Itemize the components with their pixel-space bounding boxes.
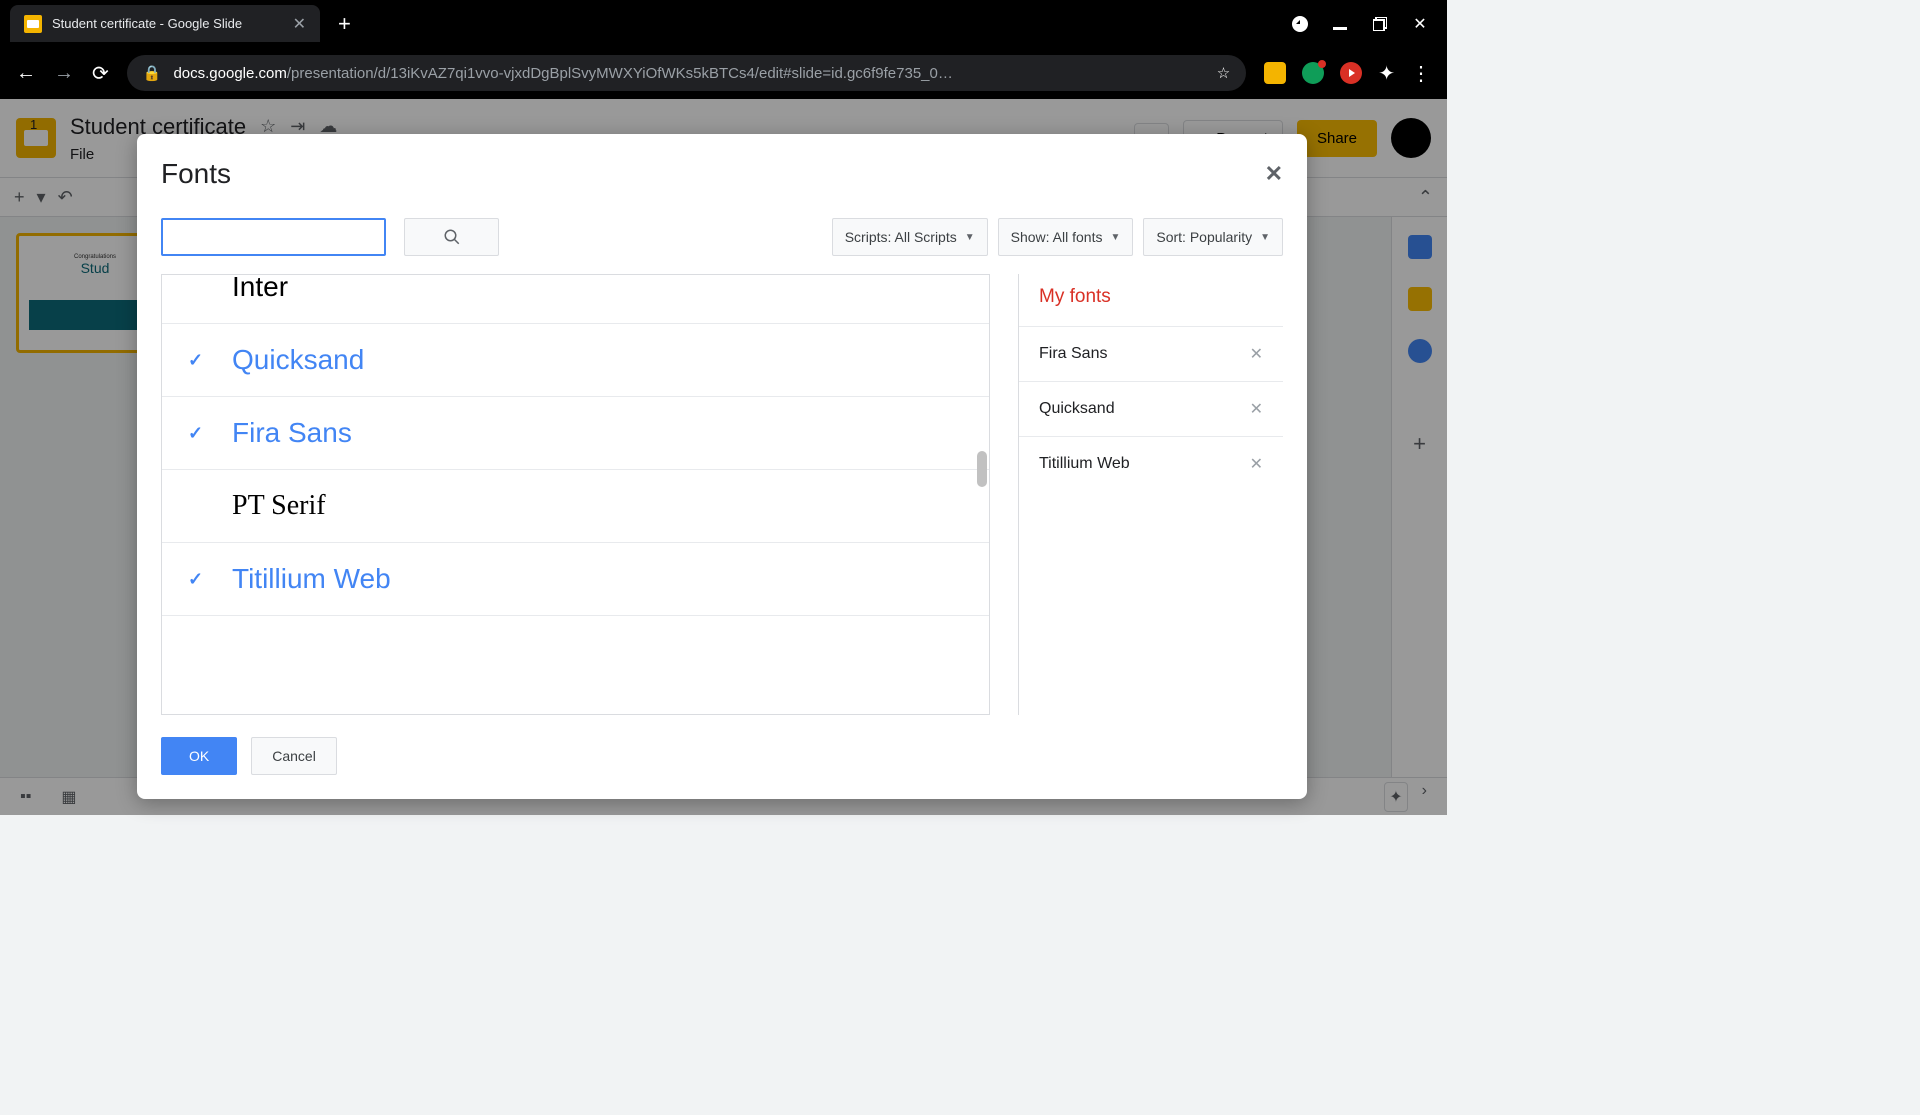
font-search-input[interactable]: [161, 218, 386, 256]
font-list[interactable]: Inter ✓ Quicksand ✓ Fira Sans PT Serif ✓ Titill…: [161, 274, 990, 715]
font-row[interactable]: ✓ Titillium Web: [162, 543, 989, 616]
ext-icon-1[interactable]: [1264, 62, 1286, 84]
font-row[interactable]: ✓ Quicksand: [162, 324, 989, 397]
font-search-button[interactable]: [404, 218, 499, 256]
check-icon: ✓: [188, 423, 208, 444]
url-text: docs.google.com/presentation/d/13iKvAZ7q…: [173, 65, 952, 82]
ext-icon-2[interactable]: [1302, 62, 1324, 84]
font-name-label: PT Serif: [232, 490, 326, 522]
my-fonts-title: My fonts: [1019, 274, 1283, 326]
tab-close-icon[interactable]: ✕: [293, 14, 306, 34]
remove-font-button[interactable]: ✕: [1250, 344, 1263, 364]
browser-chrome: Student certificate - Google Slide ✕ + ✕…: [0, 0, 1447, 99]
reload-button[interactable]: ⟳: [92, 61, 109, 86]
back-button[interactable]: ←: [16, 62, 36, 85]
chevron-down-icon: ▼: [1110, 232, 1120, 243]
chevron-down-icon: ▼: [1260, 232, 1270, 243]
slides-favicon: [24, 15, 42, 33]
font-row[interactable]: Inter: [162, 274, 989, 324]
chevron-down-icon: ▼: [965, 232, 975, 243]
close-window-icon[interactable]: ✕: [1411, 15, 1429, 33]
scripts-dropdown[interactable]: Scripts: All Scripts▼: [832, 218, 988, 256]
scrollbar-thumb[interactable]: [977, 451, 987, 487]
forward-button[interactable]: →: [54, 62, 74, 85]
my-font-row: Fira Sans ✕: [1019, 326, 1283, 381]
url-bar[interactable]: 🔒 docs.google.com/presentation/d/13iKvAZ…: [127, 55, 1246, 91]
my-font-label: Fira Sans: [1039, 345, 1107, 363]
my-font-row: Quicksand ✕: [1019, 381, 1283, 436]
check-icon: ✓: [188, 569, 208, 590]
extension-icons: ✦ ⋮: [1264, 61, 1431, 86]
cancel-button[interactable]: Cancel: [251, 737, 337, 775]
my-font-row: Titillium Web ✕: [1019, 436, 1283, 491]
remove-font-button[interactable]: ✕: [1250, 399, 1263, 419]
remove-font-button[interactable]: ✕: [1250, 454, 1263, 474]
font-name-label: Quicksand: [232, 344, 364, 376]
font-name-label: Inter: [232, 274, 288, 303]
window-controls: ✕: [1291, 15, 1447, 33]
lock-icon: 🔒: [143, 64, 162, 82]
check-icon: ✓: [188, 350, 208, 371]
search-icon: [443, 228, 461, 246]
my-fonts-panel: My fonts Fira Sans✕Quicksand✕Titillium W…: [1018, 274, 1283, 715]
tab-title: Student certificate - Google Slide: [52, 16, 242, 31]
maximize-icon[interactable]: [1371, 15, 1389, 33]
font-row[interactable]: PT Serif: [162, 470, 989, 543]
sort-dropdown[interactable]: Sort: Popularity▼: [1143, 218, 1283, 256]
fonts-modal: Fonts ✕ Scripts: All Scripts▼ Show: All …: [137, 134, 1307, 799]
ext-icon-3[interactable]: [1340, 62, 1362, 84]
browser-badge-icon: [1291, 15, 1309, 33]
address-bar: ← → ⟳ 🔒 docs.google.com/presentation/d/1…: [0, 47, 1447, 99]
my-font-label: Titillium Web: [1039, 455, 1130, 473]
tab-bar: Student certificate - Google Slide ✕ + ✕: [0, 0, 1447, 47]
font-row[interactable]: ✓ Fira Sans: [162, 397, 989, 470]
app-area: Student certificate ☆ ⇥ ☁ File ▭ ▭ ▭ Pre…: [0, 99, 1447, 815]
browser-tab[interactable]: Student certificate - Google Slide ✕: [10, 5, 320, 42]
modal-title: Fonts: [161, 158, 231, 190]
modal-close-button[interactable]: ✕: [1265, 161, 1283, 187]
browser-menu-icon[interactable]: ⋮: [1411, 61, 1431, 86]
extensions-icon[interactable]: ✦: [1378, 61, 1395, 86]
my-font-label: Quicksand: [1039, 400, 1115, 418]
show-dropdown[interactable]: Show: All fonts▼: [998, 218, 1134, 256]
font-name-label: Fira Sans: [232, 417, 352, 449]
minimize-icon[interactable]: [1331, 15, 1349, 33]
ok-button[interactable]: OK: [161, 737, 237, 775]
new-tab-button[interactable]: +: [338, 11, 351, 37]
bookmark-icon[interactable]: ☆: [1217, 64, 1230, 82]
font-name-label: Titillium Web: [232, 563, 391, 595]
